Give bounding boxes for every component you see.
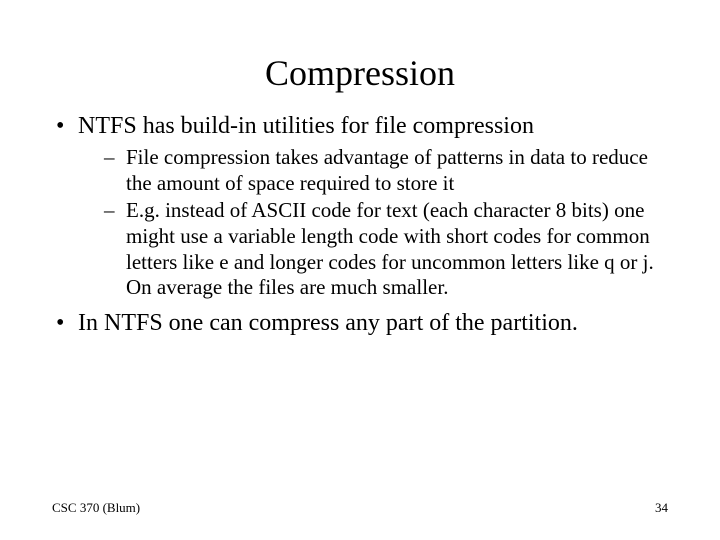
footer-left: CSC 370 (Blum) xyxy=(52,500,140,516)
slide: Compression NTFS has build-in utilities … xyxy=(0,0,720,540)
bullet-item: NTFS has build-in utilities for file com… xyxy=(52,112,668,301)
sub-bullet-list: File compression takes advantage of patt… xyxy=(78,145,668,301)
slide-title: Compression xyxy=(0,0,720,112)
sub-bullet-text: E.g. instead of ASCII code for text (eac… xyxy=(126,198,654,299)
bullet-text: NTFS has build-in utilities for file com… xyxy=(78,113,534,139)
slide-footer: CSC 370 (Blum) 34 xyxy=(52,500,668,516)
sub-bullet-item: File compression takes advantage of patt… xyxy=(104,145,668,196)
footer-page-number: 34 xyxy=(655,500,668,516)
bullet-list: NTFS has build-in utilities for file com… xyxy=(52,112,668,338)
bullet-item: In NTFS one can compress any part of the… xyxy=(52,309,668,338)
sub-bullet-item: E.g. instead of ASCII code for text (eac… xyxy=(104,198,668,300)
slide-body: NTFS has build-in utilities for file com… xyxy=(0,112,720,338)
bullet-text: In NTFS one can compress any part of the… xyxy=(78,310,578,336)
sub-bullet-text: File compression takes advantage of patt… xyxy=(126,145,648,195)
